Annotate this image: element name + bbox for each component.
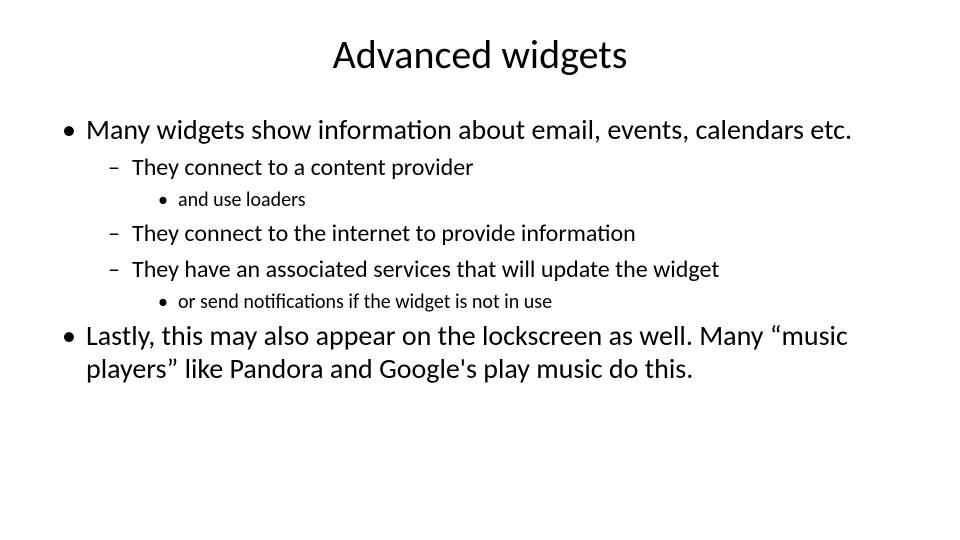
bullet-text: Many widgets show information about emai… bbox=[86, 112, 852, 147]
bullet-text: They connect to the internet to provide … bbox=[132, 219, 636, 248]
bullet-list: Many widgets show information about emai… bbox=[60, 113, 900, 386]
slide-title: Advanced widgets bbox=[60, 30, 900, 79]
bullet-text: and use loaders bbox=[178, 188, 306, 212]
bullet-text: They connect to a content provider bbox=[132, 153, 474, 182]
bullet-level3: and use loaders bbox=[156, 187, 900, 213]
bullet-text: or send notifications if the widget is n… bbox=[178, 290, 552, 314]
bullet-level1: Lastly, this may also appear on the lock… bbox=[60, 319, 900, 386]
bullet-text: They have an associated services that wi… bbox=[132, 255, 719, 284]
sub-sub-bullet-list: and use loaders bbox=[156, 187, 900, 213]
bullet-text: Lastly, this may also appear on the lock… bbox=[86, 318, 848, 387]
bullet-level2: They connect to the internet to provide … bbox=[108, 219, 900, 249]
sub-sub-bullet-list: or send notifications if the widget is n… bbox=[156, 289, 900, 315]
bullet-level1: Many widgets show information about emai… bbox=[60, 113, 900, 315]
bullet-level2: They have an associated services that wi… bbox=[108, 255, 900, 315]
sub-bullet-list: They connect to a content provider and u… bbox=[108, 153, 900, 315]
bullet-level3: or send notifications if the widget is n… bbox=[156, 289, 900, 315]
bullet-level2: They connect to a content provider and u… bbox=[108, 153, 900, 213]
